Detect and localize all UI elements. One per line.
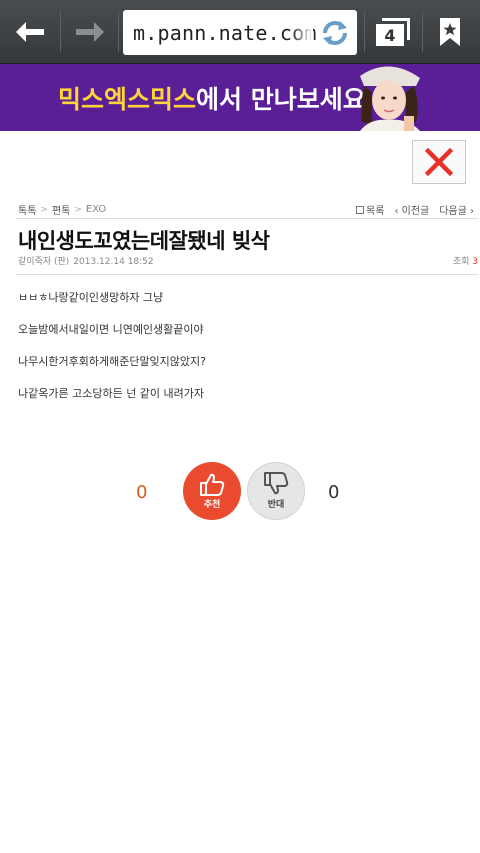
bookmark-icon [440,18,460,46]
breadcrumb-separator: > [74,204,82,215]
breadcrumb-item[interactable]: 편톡 [52,202,70,217]
view-label: 조회 [452,257,470,267]
ad-tagline-text: 에서 만나보세요 [196,85,366,114]
list-label: 목록 [366,206,385,217]
thumbs-down-icon [264,472,289,495]
view-number: 3 [472,257,478,267]
list-button[interactable]: 목록 [356,202,384,217]
url-fade [291,10,313,55]
divider [16,274,478,275]
post-line: ㅂㅂㅎ나랑같이인생망하자 그냥 [18,291,164,304]
oppose-label: 반대 [267,500,285,510]
post-line: 나같옥가른 고소당하든 넌 같이 내려가자 [18,387,205,400]
ad-banner[interactable]: 믹스엑스믹스에서 만나보세요 [0,64,480,131]
view-count: 조회 3 [453,254,478,267]
recommend-count: 0 [136,482,148,503]
post-line: 나무시한거후회하게해준단말잊지않았지? [18,355,206,368]
toolbar-divider [60,12,61,52]
toolbar-divider [422,12,423,52]
oppose-button[interactable]: 반대 [247,462,305,520]
post-author[interactable]: 같이죽자 (판) [18,257,69,267]
bookmark-button[interactable] [430,12,470,52]
post-navigation: 목록 ‹ 이전글 다음글 › [356,202,474,217]
post-title: 내인생도꼬였는데잘됐네 빚삭 [18,229,270,253]
reload-button[interactable] [317,15,353,51]
ad-model-image [360,66,420,131]
forward-button[interactable] [68,10,112,54]
thumbs-up-icon [200,473,225,496]
close-x-icon [425,148,453,176]
breadcrumb: 톡톡 > 편톡 > EXO [18,202,106,217]
vote-area: 0 추천 반대 0 [0,460,480,524]
recommend-label: 추천 [203,500,221,510]
oppose-count: 0 [328,482,340,503]
toolbar-divider [118,12,119,52]
post-body: ㅂㅂㅎ나랑같이인생망하자 그냥 오늘밤에서내일이면 니연예인생활끝이야 나무시한… [18,290,458,418]
breadcrumb-item[interactable]: 톡톡 [18,202,36,217]
reload-icon [323,21,347,45]
back-arrow-icon [16,22,44,42]
close-ad-button[interactable] [412,140,466,184]
tab-count: 4 [376,24,404,46]
post-meta: 같이죽자 (판) 2013.12.14 18:52 [18,254,154,267]
divider [16,218,478,219]
address-bar[interactable]: m.pann.nate.com/co [123,10,357,55]
prev-post-link[interactable]: ‹ 이전글 [394,202,429,217]
recommend-button[interactable]: 추천 [183,462,241,520]
breadcrumb-separator: > [40,204,48,215]
ad-headline: 믹스엑스믹스에서 만나보세요 [58,80,366,116]
post-date: 2013.12.14 18:52 [73,257,154,267]
breadcrumb-item[interactable]: EXO [86,204,106,215]
next-post-link[interactable]: 다음글 › [439,202,474,217]
back-button[interactable] [8,10,52,54]
list-icon [356,205,365,214]
ad-brand-text: 믹스엑스믹스 [58,85,197,114]
forward-arrow-icon [76,22,104,42]
toolbar-divider [364,12,365,52]
post-line: 오늘밤에서내일이면 니연예인생활끝이야 [18,323,204,336]
browser-toolbar: m.pann.nate.com/co 4 [0,0,480,64]
tabs-button[interactable]: 4 [372,12,416,52]
